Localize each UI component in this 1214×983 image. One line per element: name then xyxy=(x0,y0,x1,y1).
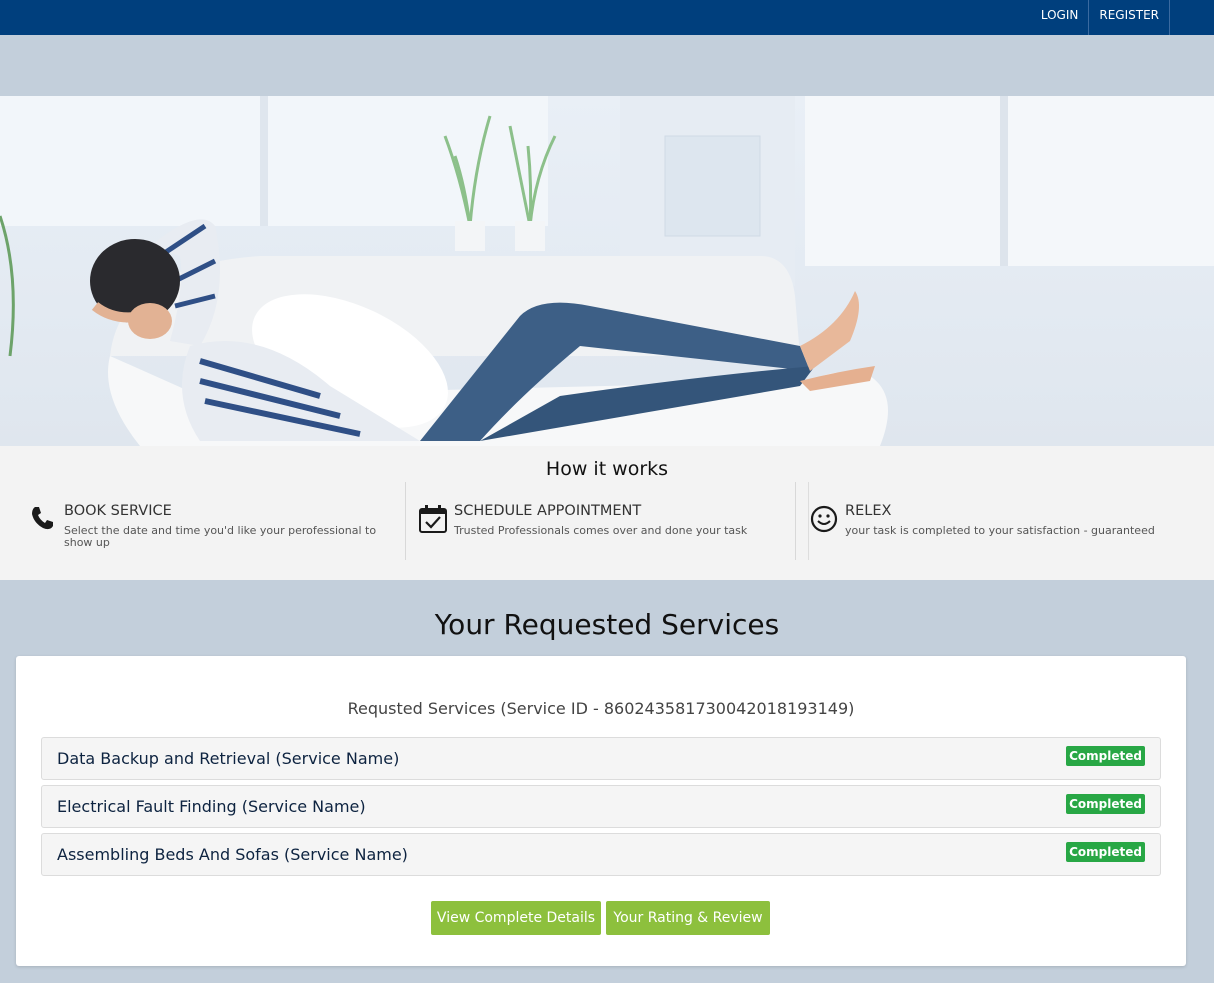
service-name: Assembling Beds And Sofas (Service Name) xyxy=(57,845,408,864)
step-relex: RELEX your task is completed to your sat… xyxy=(808,482,1184,560)
status-badge: Completed xyxy=(1066,842,1145,862)
hero-banner xyxy=(0,96,1214,446)
step-title: BOOK SERVICE xyxy=(64,503,172,519)
step-title: SCHEDULE APPOINTMENT xyxy=(454,503,642,519)
smiley-icon xyxy=(810,505,838,533)
status-badge: Completed xyxy=(1066,794,1145,814)
step-divider xyxy=(405,482,406,560)
step-description: Select the date and time you'd like your… xyxy=(64,524,377,549)
phone-icon xyxy=(32,507,53,530)
step-schedule-appointment: SCHEDULE APPOINTMENT Trusted Professiona… xyxy=(418,482,794,560)
step-title: RELEX xyxy=(845,503,892,519)
calendar-check-icon xyxy=(419,505,447,533)
requested-services-panel: Requsted Services (Service ID - 86024358… xyxy=(16,656,1186,966)
status-badge: Completed xyxy=(1066,746,1145,766)
hero-illustration xyxy=(0,96,1214,446)
service-name: Data Backup and Retrieval (Service Name) xyxy=(57,749,400,768)
requested-services-title: Your Requested Services xyxy=(434,608,780,641)
step-description: your task is completed to your satisfact… xyxy=(845,524,1155,537)
service-row[interactable]: Assembling Beds And Sofas (Service Name)… xyxy=(41,833,1161,876)
step-description: Trusted Professionals comes over and don… xyxy=(454,524,748,537)
register-link[interactable]: REGISTER xyxy=(1088,0,1170,35)
service-row[interactable]: Electrical Fault Finding (Service Name) … xyxy=(41,785,1161,828)
login-link[interactable]: LOGIN xyxy=(1031,0,1089,35)
how-it-works-title: How it works xyxy=(545,458,669,480)
rating-review-button[interactable]: Your Rating & Review xyxy=(606,901,770,935)
step-divider xyxy=(795,482,796,560)
step-book-service: BOOK SERVICE Select the date and time yo… xyxy=(28,482,404,560)
view-complete-details-button[interactable]: View Complete Details xyxy=(431,901,601,935)
service-id-label: Requsted Services (Service ID - 86024358… xyxy=(347,699,855,718)
service-name: Electrical Fault Finding (Service Name) xyxy=(57,797,366,816)
service-row[interactable]: Data Backup and Retrieval (Service Name)… xyxy=(41,737,1161,780)
top-nav-links: LOGIN REGISTER xyxy=(1031,0,1170,35)
top-navbar: LOGIN REGISTER xyxy=(0,0,1214,35)
how-it-works-section: How it works BOOK SERVICE Select the dat… xyxy=(0,446,1214,580)
